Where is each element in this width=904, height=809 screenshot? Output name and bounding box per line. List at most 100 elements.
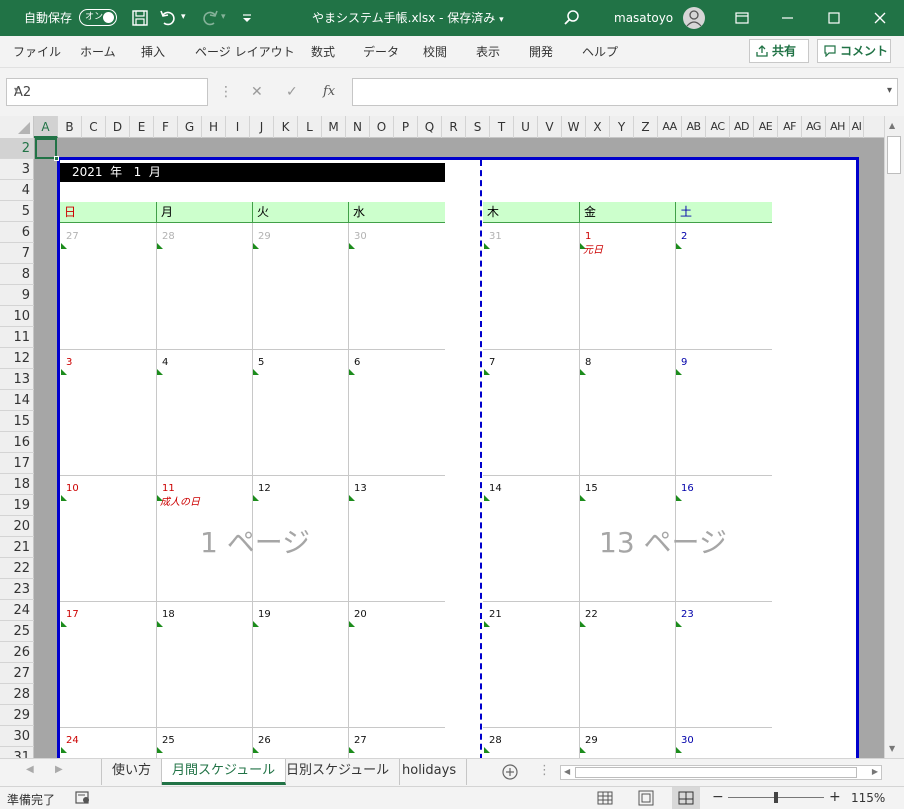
column-header[interactable]: Z [634,116,658,138]
zoom-level[interactable]: 115% [851,791,885,805]
column-header[interactable]: AC [706,116,730,138]
tab-insert[interactable]: 挿入 [141,44,165,60]
macro-record-icon[interactable] [75,791,91,805]
save-icon[interactable] [131,9,149,27]
select-all-button[interactable] [0,116,34,138]
row-header[interactable]: 6 [0,222,34,243]
column-header[interactable]: X [586,116,610,138]
row-header[interactable]: 4 [0,180,34,201]
tab-split-handle-icon[interactable]: ⋮ [538,763,551,778]
row-header[interactable]: 14 [0,390,34,411]
column-header[interactable]: P [394,116,418,138]
close-icon[interactable] [868,6,892,30]
add-sheet-icon[interactable] [502,764,518,780]
row-header[interactable]: 31 [0,747,34,758]
column-header[interactable]: Q [418,116,442,138]
tab-developer[interactable]: 開発 [529,44,553,60]
undo-icon[interactable] [159,9,177,27]
column-header[interactable]: Y [610,116,634,138]
vertical-scroll-thumb[interactable] [887,136,901,174]
column-header[interactable]: H [202,116,226,138]
column-header[interactable]: M [322,116,346,138]
row-header[interactable]: 25 [0,621,34,642]
undo-dropdown-icon[interactable]: ▾ [181,9,186,25]
row-header[interactable]: 19 [0,495,34,516]
column-header[interactable]: U [514,116,538,138]
horizontal-scroll-thumb[interactable] [575,767,857,778]
scroll-right-icon[interactable]: ▶ [872,767,878,776]
tab-home[interactable]: ホーム [80,44,116,60]
name-box-dropdown-icon[interactable]: ▾ [14,85,202,96]
prev-sheet-icon[interactable]: ◀ [26,764,34,775]
zoom-in-icon[interactable]: + [829,789,841,805]
row-header[interactable]: 26 [0,642,34,663]
column-header[interactable]: F [154,116,178,138]
row-header[interactable]: 2 [0,138,34,159]
row-header[interactable]: 22 [0,558,34,579]
column-header[interactable]: AF [778,116,802,138]
column-header[interactable]: I [226,116,250,138]
row-header[interactable]: 10 [0,306,34,327]
row-header[interactable]: 8 [0,264,34,285]
scroll-up-icon[interactable]: ▲ [889,121,895,130]
row-header[interactable]: 27 [0,663,34,684]
column-header[interactable]: O [370,116,394,138]
tab-help[interactable]: ヘルプ [582,44,618,60]
scroll-left-icon[interactable]: ◀ [564,767,570,776]
column-header[interactable]: B [58,116,82,138]
search-icon[interactable] [563,9,581,27]
redo-dropdown-icon[interactable]: ▾ [221,9,226,25]
redo-icon[interactable] [201,9,219,27]
horizontal-scrollbar[interactable]: ◀ ▶ [560,765,882,780]
column-header[interactable]: E [130,116,154,138]
column-header[interactable]: AG [802,116,826,138]
autosave-toggle[interactable]: オン [79,9,117,26]
row-header[interactable]: 15 [0,411,34,432]
avatar[interactable] [683,7,705,29]
column-header[interactable]: W [562,116,586,138]
tab-page-layout[interactable]: ページ レイアウト [195,44,295,60]
normal-view-icon[interactable] [597,790,613,806]
customize-quick-access-icon[interactable] [238,9,256,27]
column-header[interactable]: R [442,116,466,138]
row-header[interactable]: 17 [0,453,34,474]
sheet-tab-holidays[interactable]: holidays [392,759,468,785]
tab-formulas[interactable]: 数式 [311,44,335,60]
column-header[interactable]: N [346,116,370,138]
sheet-tab-daily[interactable]: 日別スケジュール [276,759,401,785]
formula-input[interactable]: ▾ [352,78,898,106]
comments-button[interactable]: コメント [817,39,891,63]
name-box[interactable]: A2 ▾ [6,78,208,106]
column-header[interactable]: L [298,116,322,138]
column-header[interactable]: J [250,116,274,138]
row-header[interactable]: 16 [0,432,34,453]
column-header[interactable]: C [82,116,106,138]
column-header[interactable]: S [466,116,490,138]
column-header[interactable]: G [178,116,202,138]
row-header[interactable]: 21 [0,537,34,558]
page-layout-view-icon[interactable] [638,790,654,806]
column-header[interactable]: AI [850,116,864,138]
tab-file[interactable]: ファイル [13,44,61,60]
fill-handle[interactable] [54,156,59,161]
row-header[interactable]: 23 [0,579,34,600]
row-header[interactable]: 29 [0,705,34,726]
column-header[interactable]: A [34,116,58,138]
cell-area[interactable]: 2021 年 1 月 日 月 火 水 木 金 土 27 28 29 30 31 1 2 3 4 5… [34,138,884,758]
page-break-view-button[interactable] [672,787,700,809]
row-header[interactable]: 24 [0,600,34,621]
enter-icon[interactable]: ✓ [286,84,298,100]
insert-function-icon[interactable]: fx [323,84,335,100]
column-header[interactable]: V [538,116,562,138]
vertical-scrollbar[interactable]: ▲ ▼ [884,116,904,758]
next-sheet-icon[interactable]: ▶ [55,764,63,775]
column-header[interactable]: AD [730,116,754,138]
cancel-icon[interactable]: ✕ [251,84,263,100]
row-header[interactable]: 3 [0,159,34,180]
ribbon-display-options-icon[interactable] [730,6,754,30]
share-button[interactable]: 共有 [749,39,809,63]
row-header[interactable]: 5 [0,201,34,222]
sheet-tab-usage[interactable]: 使い方 [101,759,163,785]
column-header[interactable]: AB [682,116,706,138]
row-header[interactable]: 30 [0,726,34,747]
